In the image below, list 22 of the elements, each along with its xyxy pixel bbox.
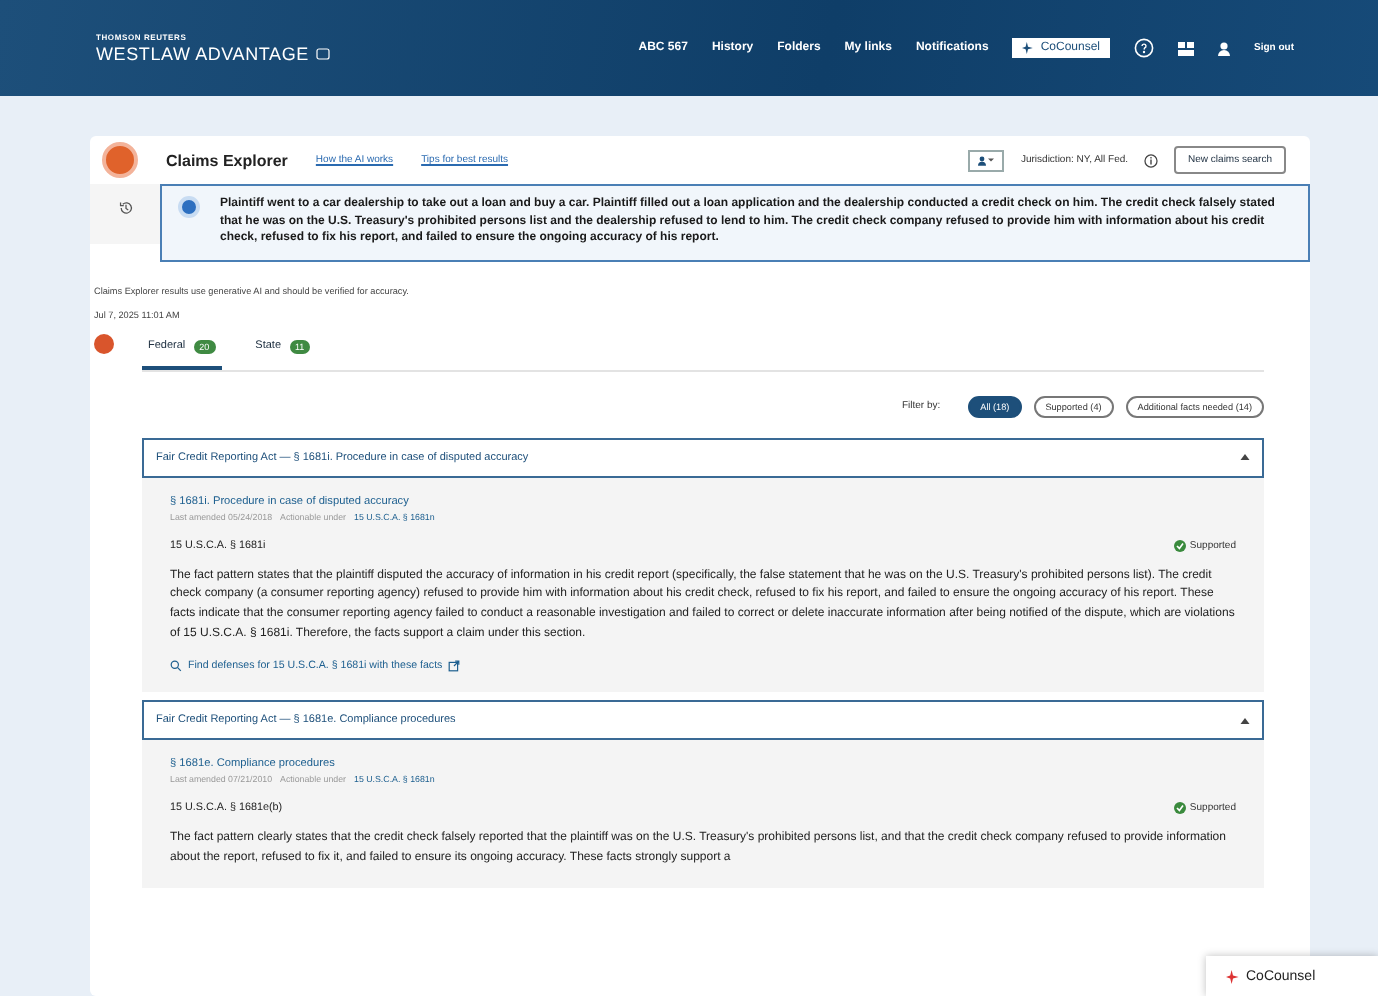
check-circle-icon xyxy=(1173,539,1186,552)
brand-name: WESTLAW ADVANTAGE xyxy=(96,44,309,64)
caret-icon xyxy=(988,158,995,162)
caret-icon xyxy=(1240,717,1250,724)
user-select[interactable] xyxy=(968,149,1005,171)
user-dot-icon xyxy=(178,196,200,218)
caret-icon xyxy=(1240,454,1250,461)
search-icon xyxy=(170,660,182,673)
external-link-icon xyxy=(448,660,461,673)
claims-logo-icon xyxy=(102,142,138,178)
sparkle-icon xyxy=(1226,969,1240,983)
page-title: Claims Explorer xyxy=(166,151,288,169)
check-circle-icon xyxy=(1173,802,1186,815)
history-icon[interactable] xyxy=(117,200,133,216)
grid-icon[interactable] xyxy=(1178,41,1194,55)
help-icon[interactable] xyxy=(1134,38,1154,58)
sparkle-icon xyxy=(1022,42,1035,54)
user-icon[interactable] xyxy=(1218,41,1230,55)
user-icon xyxy=(978,155,987,165)
assistant-avatar-icon xyxy=(94,333,114,354)
info-icon[interactable] xyxy=(1144,153,1159,167)
chat-bubble-icon xyxy=(316,48,331,60)
